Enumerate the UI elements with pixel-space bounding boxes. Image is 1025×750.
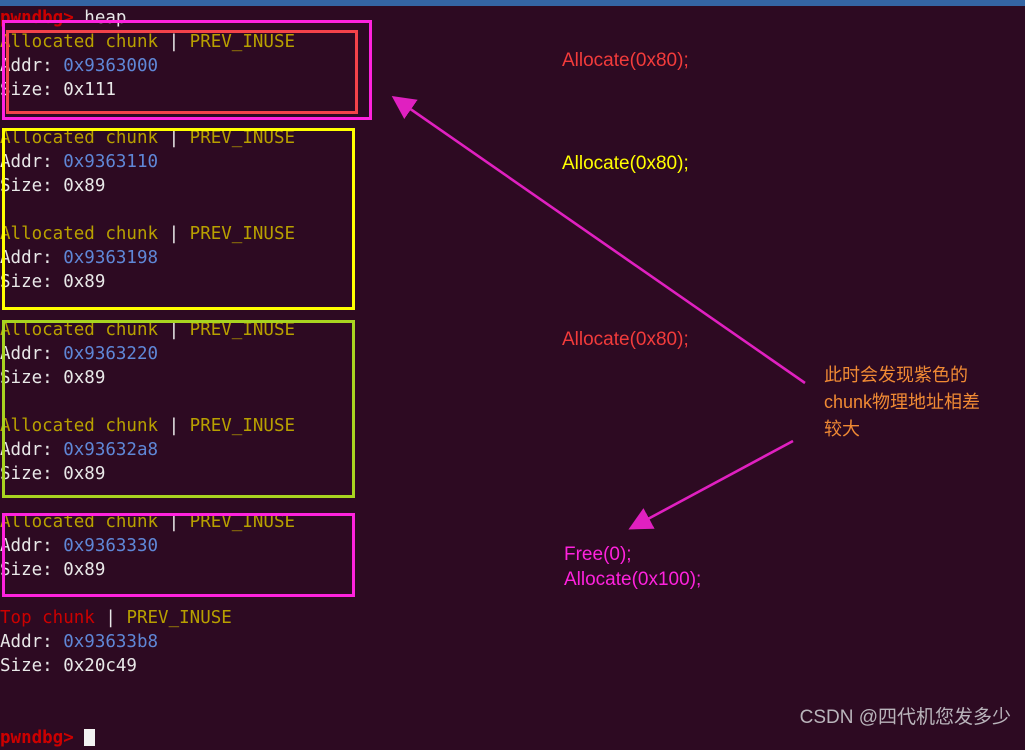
chunk-addr: 0x9363330 <box>63 536 159 556</box>
chunk-separator: | <box>94 608 127 628</box>
addr-label: Addr: <box>0 632 64 652</box>
chunk-size-row: Size: 0x89 <box>0 366 560 390</box>
terminal-output: pwndbg> heap Allocated chunk | PREV_INUS… <box>0 6 560 750</box>
chunk-addr: 0x9363000 <box>63 56 159 76</box>
addr-label: Addr: <box>0 440 64 460</box>
size-label: Size: <box>0 176 64 196</box>
addr-label: Addr: <box>0 536 64 556</box>
prompt-label: pwndbg> <box>0 8 74 28</box>
chunk-flags: PREV_INUSE <box>189 512 296 532</box>
chunk-separator: | <box>158 320 190 340</box>
chunk-flags: PREV_INUSE <box>189 416 296 436</box>
top-chunk-header: Top chunk | PREV_INUSE <box>0 606 560 630</box>
prompt-line-bottom[interactable]: pwndbg> <box>0 726 560 750</box>
terminal-window: pwndbg> heap Allocated chunk | PREV_INUS… <box>0 0 1025 748</box>
chunk-flags: PREV_INUSE <box>189 320 296 340</box>
size-label: Size: <box>0 368 64 388</box>
chunk-kind: Allocated chunk <box>0 512 159 532</box>
chunk-header: Allocated chunk | PREV_INUSE <box>0 126 560 150</box>
chunk-separator: | <box>158 128 190 148</box>
chunk-addr: 0x9363220 <box>63 344 159 364</box>
chunk-size: 0x111 <box>63 80 116 100</box>
chunk-kind: Allocated chunk <box>0 224 159 244</box>
chunk-addr-row: Addr: 0x93632a8 <box>0 438 560 462</box>
chunk-separator: | <box>158 416 190 436</box>
text-cursor <box>84 729 96 746</box>
chunk-header: Allocated chunk | PREV_INUSE <box>0 318 560 342</box>
chunk-addr: 0x93633b8 <box>63 632 159 652</box>
size-label: Size: <box>0 272 64 292</box>
chunk-addr-row: Addr: 0x9363330 <box>0 534 560 558</box>
chunk-addr-row: Addr: 0x93633b8 <box>0 630 560 654</box>
chunk-addr-row: Addr: 0x9363110 <box>0 150 560 174</box>
chunk-separator: | <box>158 512 190 532</box>
arrow-to-free-note <box>628 439 794 530</box>
chunk-separator: | <box>158 32 190 52</box>
chunk-size-row: Size: 0x20c49 <box>0 654 560 678</box>
chunk-flags: PREV_INUSE <box>189 224 296 244</box>
chunk-kind: Allocated chunk <box>0 320 159 340</box>
chunk-flags: PREV_INUSE <box>126 608 232 628</box>
chunk-addr-row: Addr: 0x9363000 <box>0 54 560 78</box>
addr-label: Addr: <box>0 56 64 76</box>
chunk-addr: 0x9363198 <box>63 248 159 268</box>
chunk-addr-row: Addr: 0x9363220 <box>0 342 560 366</box>
chunk-size: 0x89 <box>63 272 106 292</box>
chunk-size: 0x89 <box>63 176 106 196</box>
size-label: Size: <box>0 80 64 100</box>
chunk-kind: Top chunk <box>0 608 95 628</box>
chunk-size-row: Size: 0x89 <box>0 270 560 294</box>
chunk-header: Allocated chunk | PREV_INUSE <box>0 30 560 54</box>
chunk-size: 0x20c49 <box>63 656 137 676</box>
chunk-size: 0x89 <box>63 368 106 388</box>
chunk-addr: 0x9363110 <box>63 152 159 172</box>
addr-label: Addr: <box>0 248 64 268</box>
chunk-flags: PREV_INUSE <box>189 32 296 52</box>
chunk-header: Allocated chunk | PREV_INUSE <box>0 414 560 438</box>
addr-label: Addr: <box>0 344 64 364</box>
chunk-addr: 0x93632a8 <box>63 440 159 460</box>
chunk-size: 0x89 <box>63 560 106 580</box>
annotation-allocate-big: Allocate(0x100); <box>564 569 702 590</box>
annotation-allocate-3: Allocate(0x80); <box>562 329 689 350</box>
chunk-header: Allocated chunk | PREV_INUSE <box>0 510 560 534</box>
chunk-kind: Allocated chunk <box>0 128 159 148</box>
chunk-size-row: Size: 0x111 <box>0 78 560 102</box>
chunk-header: Allocated chunk | PREV_INUSE <box>0 222 560 246</box>
chunk-separator: | <box>158 224 190 244</box>
annotation-allocate-1: Allocate(0x80); <box>562 50 689 71</box>
watermark: CSDN @四代机您发多少 <box>799 707 1011 728</box>
addr-label: Addr: <box>0 152 64 172</box>
command-text: heap <box>73 8 127 28</box>
size-label: Size: <box>0 464 64 484</box>
chunk-kind: Allocated chunk <box>0 416 159 436</box>
prompt-label: pwndbg> <box>0 728 74 748</box>
chunk-kind: Allocated chunk <box>0 32 159 52</box>
chunk-addr-row: Addr: 0x9363198 <box>0 246 560 270</box>
chunk-size-row: Size: 0x89 <box>0 462 560 486</box>
chunk-size: 0x89 <box>63 464 106 484</box>
annotation-free: Free(0); <box>564 544 632 565</box>
chunk-size-row: Size: 0x89 <box>0 174 560 198</box>
size-label: Size: <box>0 560 64 580</box>
chunk-flags: PREV_INUSE <box>189 128 296 148</box>
prompt-line-top: pwndbg> heap <box>0 6 560 30</box>
annotation-allocate-2: Allocate(0x80); <box>562 153 689 174</box>
size-label: Size: <box>0 656 64 676</box>
annotation-note-chinese: 此时会发现紫色的 chunk物理地址相差 较大 <box>824 365 981 439</box>
chunk-size-row: Size: 0x89 <box>0 558 560 582</box>
